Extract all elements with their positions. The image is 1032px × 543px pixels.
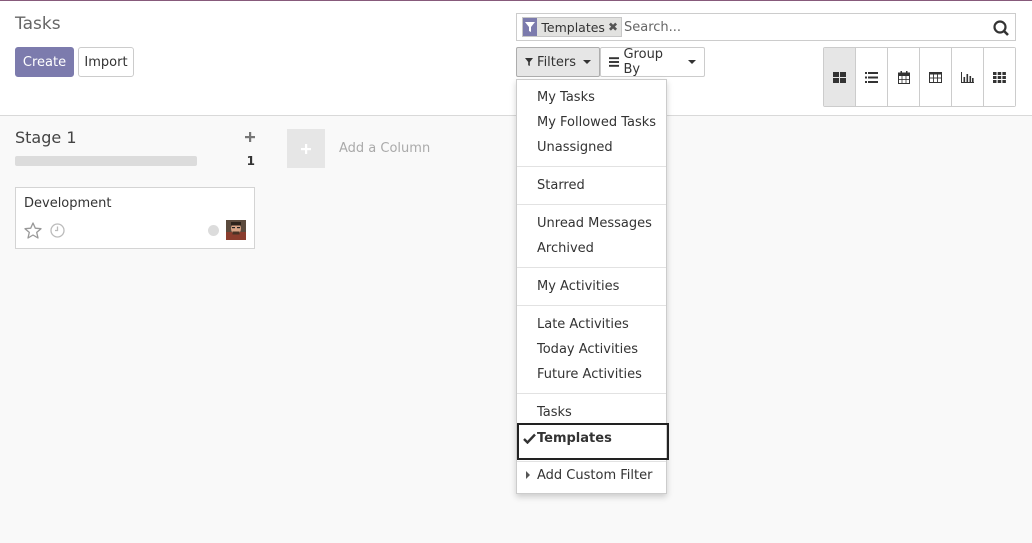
filter-my-followed-tasks[interactable]: My Followed Tasks — [537, 115, 656, 130]
menu-divider — [517, 461, 666, 462]
caret-right-icon — [526, 471, 530, 479]
clock-icon[interactable] — [50, 223, 65, 242]
kanban-icon — [833, 71, 846, 83]
filter-templates[interactable]: Templates — [517, 423, 669, 460]
filter-today-activities[interactable]: Today Activities — [537, 342, 638, 357]
add-custom-filter[interactable]: Add Custom Filter — [537, 468, 652, 483]
menu-divider — [517, 393, 666, 394]
search-bar: Templates ✖ — [516, 13, 1016, 41]
filter-icon — [523, 18, 538, 36]
filters-dropdown-menu: My Tasks My Followed Tasks Unassigned St… — [516, 79, 669, 494]
caret-down-icon — [688, 60, 696, 64]
bar-chart-icon — [961, 71, 974, 83]
menu-divider — [517, 267, 666, 268]
menu-divider — [517, 305, 666, 306]
filter-unread-messages[interactable]: Unread Messages — [537, 216, 652, 231]
filter-unassigned[interactable]: Unassigned — [537, 140, 613, 155]
quick-create-icon[interactable] — [245, 131, 255, 146]
add-column-icon[interactable] — [287, 129, 325, 168]
status-indicator[interactable] — [208, 225, 219, 236]
menu-divider — [517, 204, 666, 205]
add-column[interactable]: Add a Column — [287, 129, 430, 168]
page-title: Tasks — [15, 14, 61, 34]
table-icon — [929, 71, 942, 83]
graph-view-button[interactable] — [952, 48, 984, 106]
column-title: Stage 1 — [15, 128, 77, 147]
add-column-label[interactable]: Add a Column — [339, 141, 430, 156]
filter-icon — [525, 57, 534, 67]
calendar-icon — [897, 70, 910, 84]
grid-view-button[interactable] — [984, 48, 1015, 106]
filter-tasks[interactable]: Tasks — [537, 405, 572, 420]
caret-down-icon — [583, 60, 591, 64]
filter-future-activities[interactable]: Future Activities — [537, 367, 642, 382]
filters-label: Filters — [537, 54, 576, 70]
calendar-view-button[interactable] — [888, 48, 920, 106]
pivot-view-button[interactable] — [920, 48, 952, 106]
filter-archived[interactable]: Archived — [537, 241, 594, 256]
filter-late-activities[interactable]: Late Activities — [537, 317, 629, 332]
grid-icon — [993, 71, 1006, 83]
column-progress-bar — [15, 156, 197, 166]
column-count: 1 — [246, 154, 255, 168]
filter-my-tasks[interactable]: My Tasks — [537, 90, 595, 105]
groupby-dropdown-button[interactable]: Group By — [600, 47, 705, 77]
facet-remove-icon[interactable]: ✖ — [608, 18, 621, 36]
menu-divider — [517, 166, 666, 167]
groupby-label: Group By — [623, 47, 664, 77]
avatar — [226, 220, 246, 240]
kanban-card[interactable]: Development — [15, 187, 255, 249]
card-title: Development — [24, 196, 112, 211]
star-icon[interactable] — [24, 222, 42, 243]
filters-dropdown-button[interactable]: Filters — [516, 47, 600, 77]
view-switcher — [823, 47, 1016, 107]
search-facet: Templates ✖ — [522, 17, 622, 37]
search-input[interactable] — [624, 17, 984, 37]
filter-my-activities[interactable]: My Activities — [537, 279, 619, 294]
kanban-view-button[interactable] — [824, 48, 856, 106]
list-view-button[interactable] — [856, 48, 888, 106]
filter-starred[interactable]: Starred — [537, 178, 585, 193]
import-button[interactable]: Import — [78, 47, 134, 77]
facet-label: Templates — [541, 19, 605, 35]
create-button[interactable]: Create — [15, 47, 74, 77]
list-icon — [865, 71, 878, 83]
bars-icon — [609, 57, 620, 67]
check-icon — [523, 433, 536, 448]
search-icon[interactable] — [992, 19, 1010, 37]
filter-templates-label: Templates — [537, 431, 612, 446]
